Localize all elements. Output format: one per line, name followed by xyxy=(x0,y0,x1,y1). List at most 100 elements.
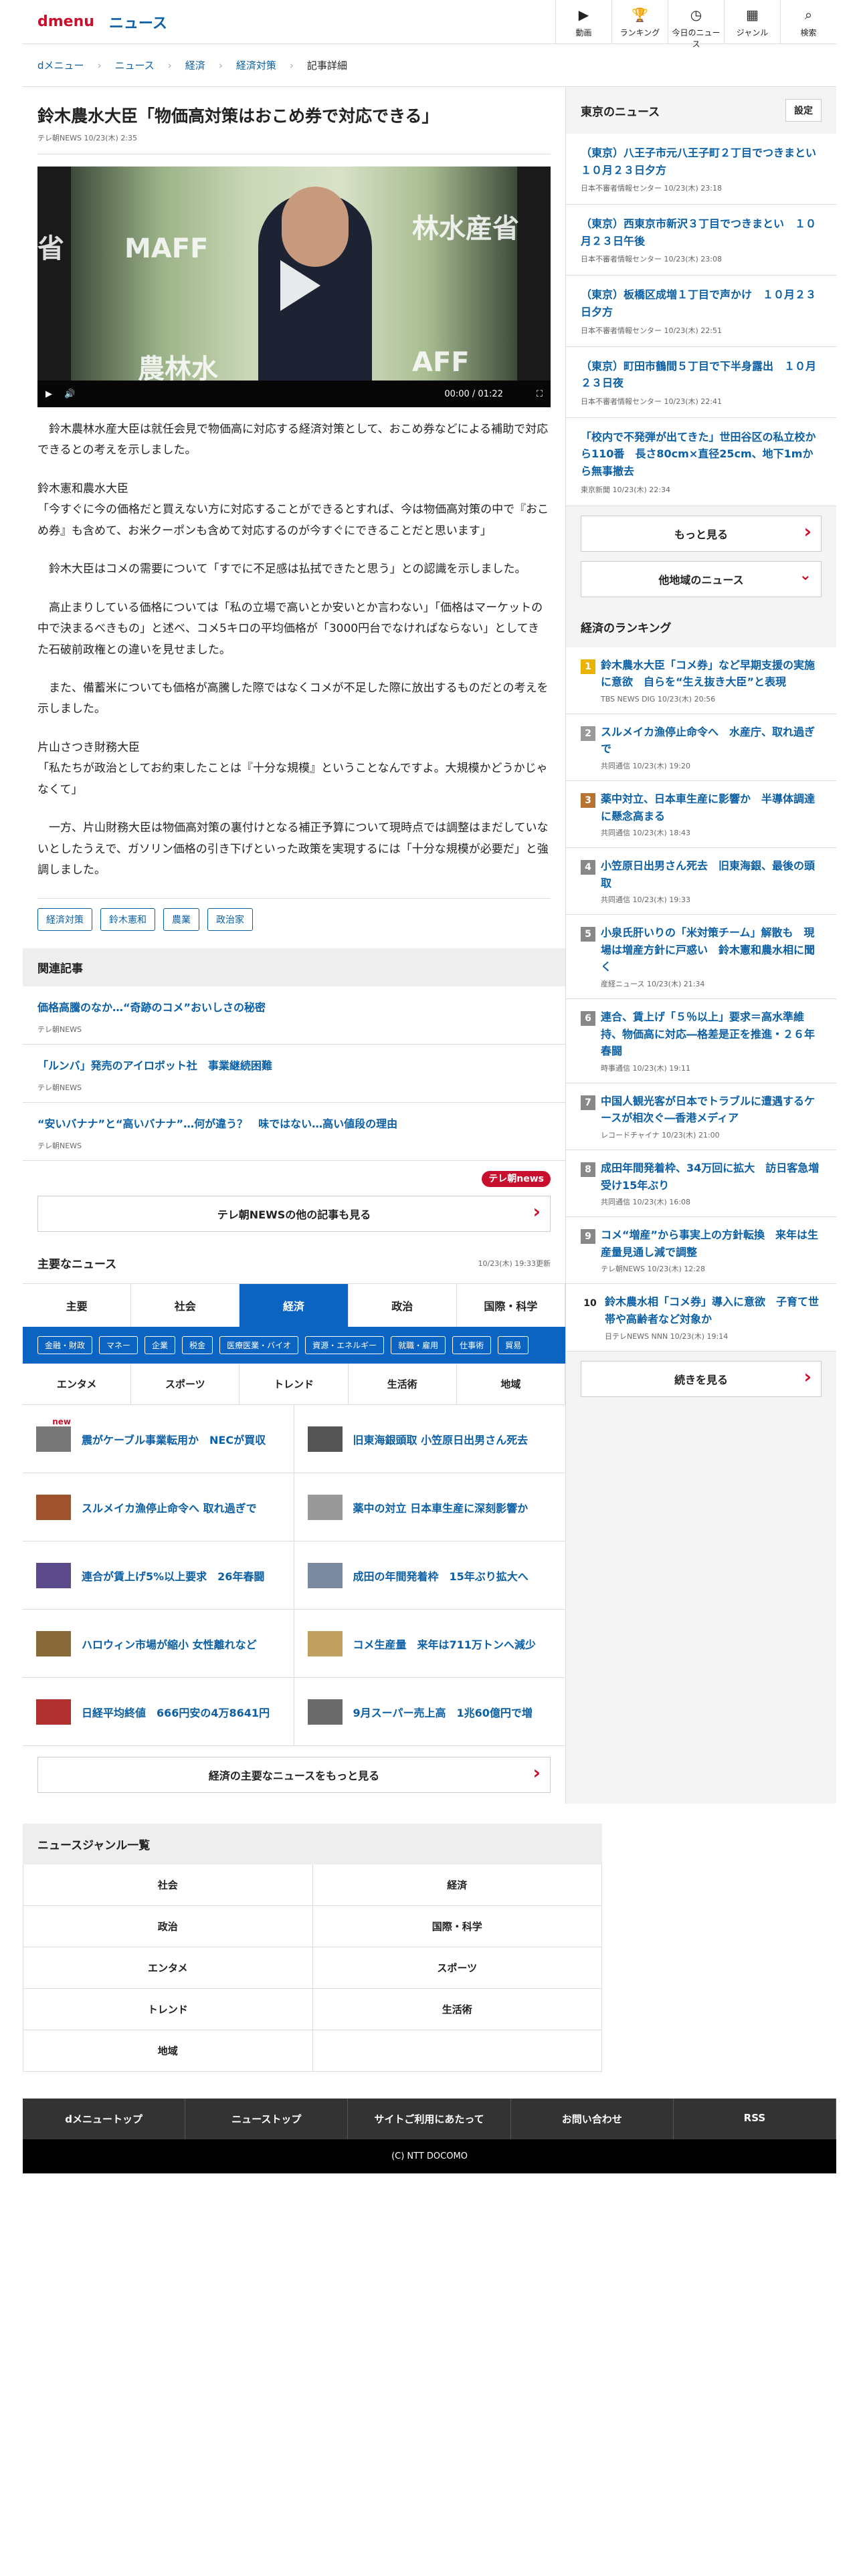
ranking-source: 時事通信 10/23(木) 19:11 xyxy=(601,1063,690,1073)
ranking-link[interactable]: 中国人観光客が日本でトラブルに遭遇するケースが相次ぐ―香港メディア xyxy=(601,1095,815,1125)
subtag-link[interactable]: 資源・エネルギー xyxy=(305,1336,385,1355)
local-news-link[interactable]: （東京）八王子市元八王子町２丁目でつきまとい １０月２３日夕方 xyxy=(581,144,827,179)
nav-video[interactable]: ▶ 動画 xyxy=(555,0,611,44)
tab-1[interactable]: 社会 xyxy=(131,1284,240,1327)
major-news-title: 9月スーパー売上高 1兆60億円で増 xyxy=(353,1706,533,1719)
ranking-source: 共同通信 10/23(木) 19:20 xyxy=(601,761,690,770)
breadcrumb-item[interactable]: 経済対策 xyxy=(236,58,276,72)
major-news-item[interactable]: 旧東海銀頭取 小笠原日出男さん死去 xyxy=(294,1405,565,1474)
ranking-link[interactable]: スルメイカ漁停止命令へ 水産庁、取れ過ぎで xyxy=(601,726,815,756)
major-more-button[interactable]: 経済の主要なニュースをもっと見る xyxy=(37,1757,551,1794)
footer-link[interactable]: お問い合わせ xyxy=(511,2099,674,2140)
subtag-link[interactable]: 就職・雇用 xyxy=(391,1336,446,1355)
tab2-1[interactable]: スポーツ xyxy=(131,1364,240,1405)
ranking-link[interactable]: 鈴木農水大臣「コメ券」など早期支援の実施に意欲 自らを“生え抜き大臣”と表現 xyxy=(601,659,815,689)
tag-link[interactable]: 鈴木憲和 xyxy=(100,908,155,932)
nav-trophy[interactable]: 🏆 ランキング xyxy=(611,0,668,44)
tag-link[interactable]: 政治家 xyxy=(207,908,253,932)
ranking-link[interactable]: 鈴木農水相「コメ券」導入に意欲 子育て世帯や高齢者など対象か xyxy=(605,1295,819,1325)
major-news-item[interactable]: コメ生産量 来年は711万トンへ減少 xyxy=(294,1610,565,1679)
genre-link[interactable]: スポーツ xyxy=(312,1947,602,1990)
article-paragraph: 鈴木農林水産大臣は就任会見で物価高に対応する経済対策として、おこめ券などによる補… xyxy=(37,423,549,457)
nav-grid[interactable]: ▦ ジャンル xyxy=(724,0,780,44)
related-link[interactable]: 価格高騰のなか…“奇跡のコメ”おいしさの秘密 xyxy=(37,1001,266,1014)
subtag-link[interactable]: 金融・財政 xyxy=(37,1336,93,1355)
genre-link[interactable]: 社会 xyxy=(23,1864,313,1907)
volume-icon[interactable]: 🔊 xyxy=(64,389,75,399)
subtag-link[interactable]: マネー xyxy=(99,1336,138,1355)
nav-search[interactable]: ⌕ 検索 xyxy=(780,0,836,44)
section-title[interactable]: ニュース xyxy=(109,11,167,33)
news-thumbnail xyxy=(36,1494,71,1520)
local-news-link[interactable]: （東京）町田市鶴間５丁目で下半身露出 １０月２３日夜 xyxy=(581,358,822,392)
play-icon[interactable] xyxy=(280,260,320,311)
nav-clock[interactable]: ◷ 今日のニュース xyxy=(668,0,724,49)
major-news-title: ハロウィン市場が縮小 女性離れなど xyxy=(82,1638,257,1651)
tab2-0[interactable]: エンタメ xyxy=(23,1364,132,1405)
genre-link[interactable]: 生活術 xyxy=(312,1989,602,2031)
genre-link[interactable]: 経済 xyxy=(312,1864,602,1907)
local-news-source: 東京新聞 10/23(木) 22:34 xyxy=(581,485,670,494)
dmenu-logo[interactable]: dmenu xyxy=(37,13,94,30)
genre-link[interactable]: 政治 xyxy=(23,1906,313,1948)
subtag-link[interactable]: 貿易 xyxy=(498,1336,529,1355)
tab-2[interactable]: 経済 xyxy=(240,1284,349,1327)
breadcrumb-item[interactable]: ニュース xyxy=(115,58,155,72)
breadcrumb-item: 記事詳細 xyxy=(306,60,347,72)
genre-link[interactable]: 国際・科学 xyxy=(312,1906,602,1948)
local-news-link[interactable]: （東京）西東京市新沢３丁目でつきまとい １０月２３日午後 xyxy=(581,215,822,249)
genre-link[interactable]: 地域 xyxy=(23,2030,313,2072)
subtag-link[interactable]: 税金 xyxy=(182,1336,213,1355)
ranking-link[interactable]: 連合、賃上げ「５％以上」要求＝高水準維持、物価高に対応―格差是正を推進・２６年春… xyxy=(601,1010,815,1057)
local-news-source: 日本不審者情報センター 10/23(木) 23:18 xyxy=(581,184,722,193)
ranking-link[interactable]: 薬中対立、日本車生産に影響か 半導体調達に懸念高まる xyxy=(601,792,815,823)
genre-link[interactable]: エンタメ xyxy=(23,1947,313,1990)
tab-4[interactable]: 国際・科学 xyxy=(457,1284,566,1327)
local-settings-button[interactable]: 設定 xyxy=(785,99,822,122)
subtag-link[interactable]: 医療医業・バイオ xyxy=(219,1336,299,1355)
major-news-item[interactable]: ハロウィン市場が縮小 女性離れなど xyxy=(23,1610,294,1679)
ranking-more-button[interactable]: 続きを見る xyxy=(581,1360,822,1397)
footer-link[interactable]: ニューストップ xyxy=(185,2099,349,2140)
tag-link[interactable]: 農業 xyxy=(163,908,199,932)
local-news-link[interactable]: （東京）板橋区成増１丁目で声かけ １０月２３日夕方 xyxy=(581,286,822,320)
local-news-item: （東京）西東京市新沢３丁目でつきまとい １０月２３日午後 日本不審者情報センター … xyxy=(566,205,836,276)
tab2-4[interactable]: 地域 xyxy=(457,1364,566,1405)
major-news-item[interactable]: スルメイカ漁停止命令へ 取れ過ぎで xyxy=(23,1473,294,1542)
major-news-item[interactable]: 成田の年間発着枠 15年ぶり拡大へ xyxy=(294,1541,565,1610)
footer-link[interactable]: dメニュートップ xyxy=(23,2099,186,2140)
related-source: テレ朝NEWS xyxy=(37,1025,82,1035)
play-small-icon[interactable]: ▶ xyxy=(45,389,52,399)
related-link[interactable]: 「ルンバ」発売のアイロボット社 事業継続困難 xyxy=(37,1059,272,1072)
ranking-item: 6 連合、賃上げ「５％以上」要求＝高水準維持、物価高に対応―格差是正を推進・２６年… xyxy=(566,999,836,1083)
related-link[interactable]: “安いバナナ”と“高いバナナ”…何が違う？ 味ではない…高い値段の理由 xyxy=(37,1117,397,1130)
major-news-item[interactable]: new 震がケーブル事業転用か NECが買収 xyxy=(23,1405,294,1474)
footer-link[interactable]: サイトご利用にあたって xyxy=(348,2099,511,2140)
major-news-item[interactable]: 連合が賃上げ5%以上要求 26年春闘 xyxy=(23,1541,294,1610)
related-list: 価格高騰のなか…“奇跡のコメ”おいしさの秘密 テレ朝NEWS 「ルンバ」発売のアイロ… xyxy=(23,986,565,1162)
tab2-3[interactable]: 生活術 xyxy=(349,1364,457,1405)
major-news-item[interactable]: 薬中の対立 日本車生産に深刻影響か xyxy=(294,1473,565,1542)
video-player[interactable]: 省 MAFF 林水産省 農林水 AFF ▶ 🔊 00:00 / 01:22 ⛶ xyxy=(37,167,551,407)
major-news-item[interactable]: 日経平均終値 666円安の4万8641円 xyxy=(23,1678,294,1747)
tag-link[interactable]: 経済対策 xyxy=(37,908,92,932)
local-news-link[interactable]: 「校内で不発弾が出てきた」世田谷区の私立校から110番 長さ80cm×直径25c… xyxy=(581,429,822,480)
genre-link[interactable]: トレンド xyxy=(23,1989,313,2031)
tab-0[interactable]: 主要 xyxy=(23,1284,132,1327)
footer-link[interactable]: RSS xyxy=(674,2099,837,2140)
ranking-link[interactable]: 小笠原日出男さん死去 旧東海銀、最後の頭取 xyxy=(601,859,815,889)
other-region-button[interactable]: 他地域のニュース xyxy=(581,560,822,597)
related-more-button[interactable]: テレ朝NEWSの他の記事も見る xyxy=(37,1196,551,1232)
subtag-link[interactable]: 企業 xyxy=(145,1336,176,1355)
major-news-item[interactable]: 9月スーパー売上高 1兆60億円で増 xyxy=(294,1678,565,1747)
local-more-button[interactable]: もっと見る xyxy=(581,515,822,552)
tab-3[interactable]: 政治 xyxy=(349,1284,457,1327)
ranking-link[interactable]: 小泉氏肝いりの「米対策チーム」解散も 現場は増産方針に戸惑い 鈴木憲和農水相に聞… xyxy=(601,926,815,973)
ranking-link[interactable]: 成田年間発着枠、34万回に拡大 訪日客急増受け15年ぶり xyxy=(601,1162,819,1192)
tab2-2[interactable]: トレンド xyxy=(240,1364,349,1405)
subtag-link[interactable]: 仕事術 xyxy=(452,1336,492,1355)
breadcrumb-item[interactable]: dメニュー xyxy=(37,58,84,72)
fullscreen-icon[interactable]: ⛶ xyxy=(537,389,543,399)
ranking-link[interactable]: コメ“増産”から事実上の方針転換 来年は生産量見通し減で調整 xyxy=(601,1228,818,1259)
breadcrumb-item[interactable]: 経済 xyxy=(185,58,205,72)
